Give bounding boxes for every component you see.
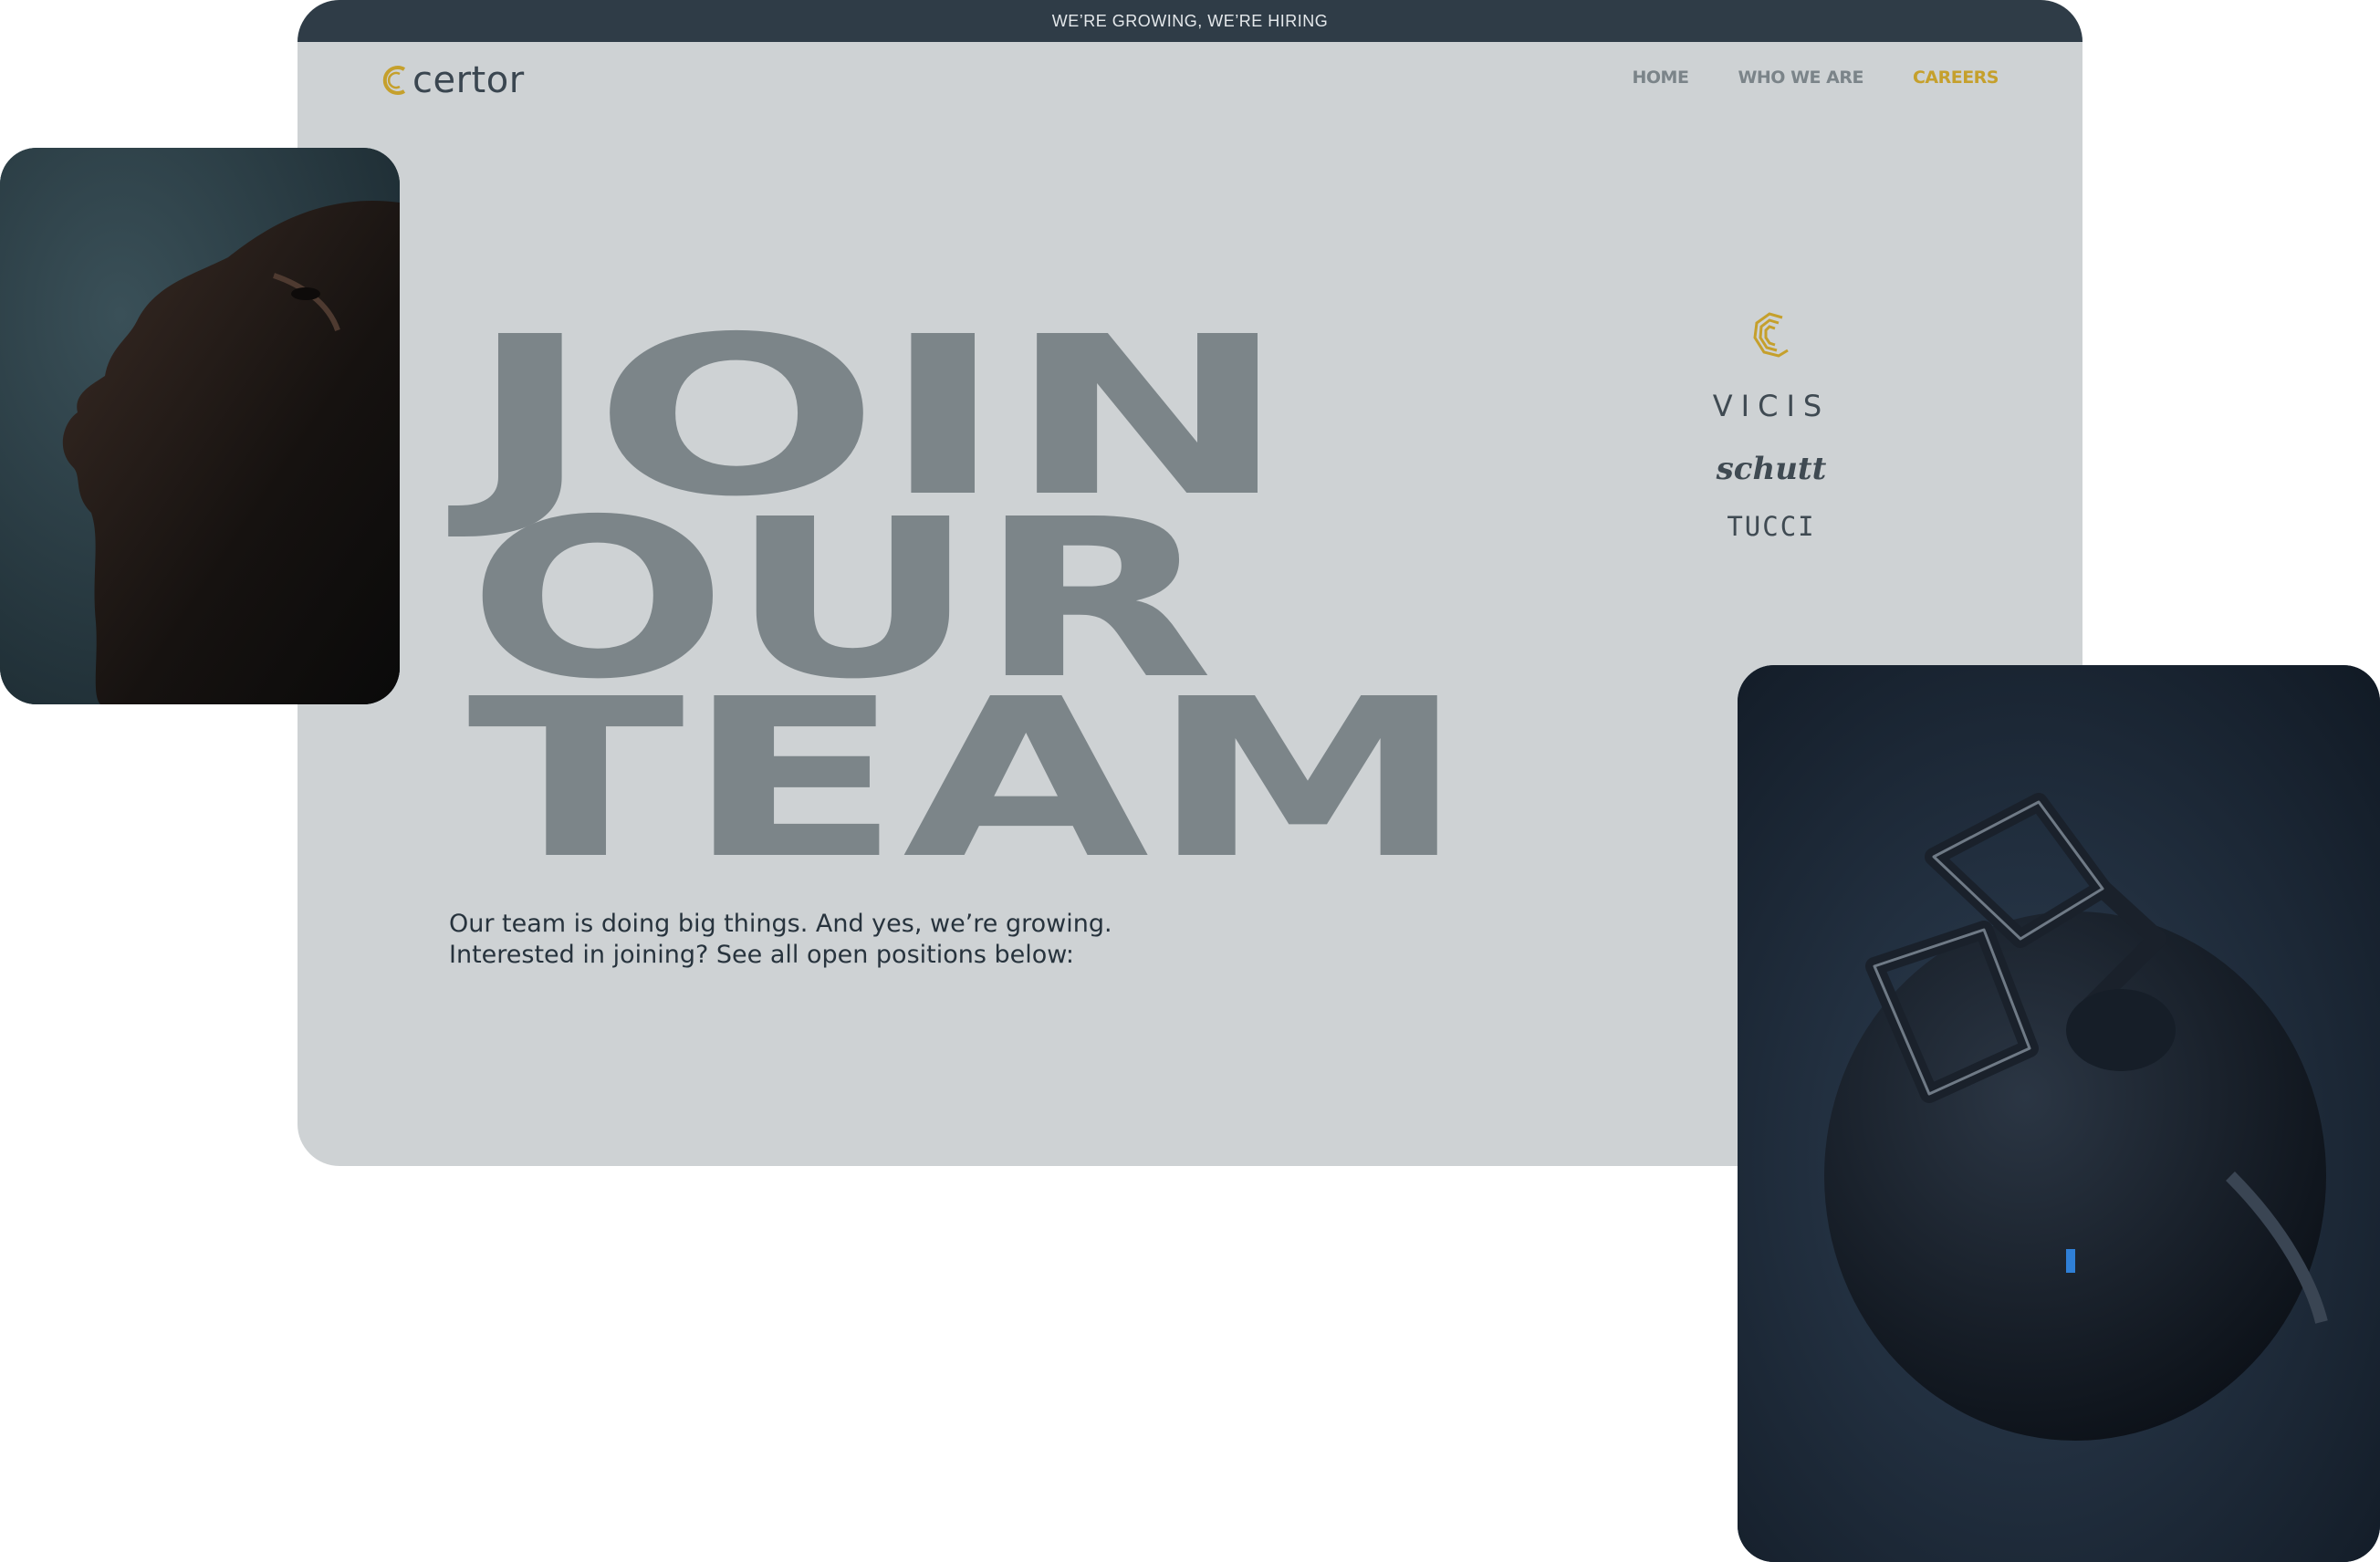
- brand-schutt[interactable]: schutt: [1717, 451, 1827, 487]
- athlete-portrait-image: [0, 148, 400, 704]
- brand-tucci[interactable]: TUCCI: [1727, 511, 1815, 542]
- headline-line-3: TEAM: [467, 651, 1467, 907]
- hero-intro: Our team is doing big things. And yes, w…: [449, 909, 1270, 971]
- intro-line-2: Interested in joining? See all open posi…: [449, 941, 1074, 969]
- certor-mark-icon[interactable]: [1748, 310, 1795, 361]
- intro-line-1: Our team is doing big things. And yes, w…: [449, 910, 1112, 938]
- football-helmet-image: [1738, 665, 2380, 1562]
- brand-list: VICIS schutt TUCCI: [1703, 310, 1840, 542]
- brand-vicis[interactable]: VICIS: [1713, 389, 1830, 423]
